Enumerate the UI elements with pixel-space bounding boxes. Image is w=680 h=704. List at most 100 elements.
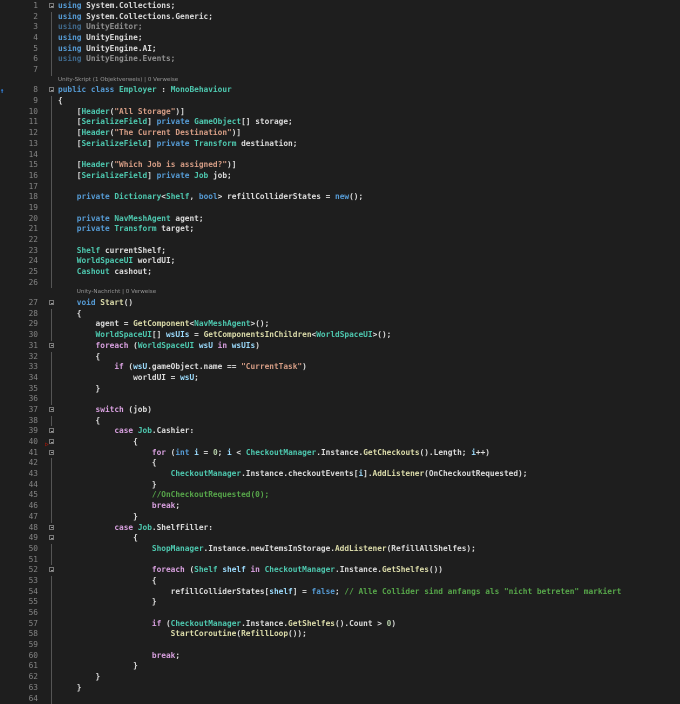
code-text[interactable]: }	[58, 672, 100, 683]
line-number: 15	[0, 160, 38, 171]
code-text[interactable]: {	[58, 576, 157, 587]
code-line: 51	[0, 555, 680, 566]
code-line: 17	[0, 182, 680, 193]
code-text[interactable]: private NavMeshAgent agent;	[58, 214, 204, 225]
fold-toggle-icon[interactable]	[49, 87, 54, 92]
code-token: wsUIs	[227, 341, 255, 350]
code-text[interactable]: using System.Collections.Generic;	[58, 12, 213, 23]
code-line: 33 if (wsU.gameObject.name == "CurrentTa…	[0, 362, 680, 373]
code-text[interactable]: [Header("The Current Destination")]	[58, 128, 241, 139]
code-line: 32 {	[0, 352, 680, 363]
code-text[interactable]: switch (job)	[58, 405, 152, 416]
code-text[interactable]: //OnCheckoutRequested(0);	[58, 490, 269, 501]
code-text[interactable]: [SerializeField] private Job job;	[58, 171, 232, 182]
code-text[interactable]: void Start()	[58, 298, 133, 309]
code-token: refillColliderStates[	[58, 587, 269, 596]
code-token: GameObject	[194, 117, 241, 126]
code-text[interactable]: using UnityEngine;	[58, 33, 143, 44]
code-token: for	[58, 448, 166, 457]
fold-toggle-icon[interactable]	[49, 439, 54, 444]
code-text[interactable]: }	[58, 683, 81, 694]
code-text[interactable]: {	[58, 96, 63, 107]
code-text[interactable]: case Job.ShelfFiller:	[58, 523, 213, 534]
code-text[interactable]: [SerializeField] private Transform desti…	[58, 139, 297, 150]
code-line: 10 [Header("All Storage")]	[0, 107, 680, 118]
code-line: 58 StartCoroutine(RefillLoop());	[0, 629, 680, 640]
fold-toggle-icon[interactable]	[49, 525, 54, 530]
fold-toggle-icon[interactable]	[49, 567, 54, 572]
code-text[interactable]: {	[58, 458, 157, 469]
code-token: (	[161, 619, 170, 628]
code-text[interactable]: }	[58, 384, 100, 395]
code-text[interactable]: break;	[58, 501, 180, 512]
line-number: 4	[0, 33, 38, 44]
code-text[interactable]: for (int i = 0; i < CheckoutManager.Inst…	[58, 448, 490, 459]
code-text[interactable]: {	[58, 416, 100, 427]
fold-toggle-icon[interactable]	[49, 3, 54, 8]
code-text[interactable]: if (wsU.gameObject.name == "CurrentTask"…	[58, 362, 307, 373]
fold-guide	[51, 33, 52, 44]
fold-toggle-icon[interactable]	[49, 300, 54, 305]
code-token: wsUIs	[166, 330, 189, 339]
code-token: [	[58, 139, 81, 148]
code-text[interactable]: WorldSpaceUI[] wsUIs = GetComponentsInCh…	[58, 330, 391, 341]
code-text[interactable]: foreach (Shelf shelf in CheckoutManager.…	[58, 565, 443, 576]
code-token: Header	[81, 128, 109, 137]
code-token: :	[157, 85, 171, 94]
code-text[interactable]: using UnityEngine.Events;	[58, 54, 175, 65]
fold-toggle-icon[interactable]	[49, 428, 54, 433]
code-text[interactable]: private Dictionary<Shelf, bool> refillCo…	[58, 192, 363, 203]
fold-toggle-icon[interactable]	[49, 450, 54, 455]
code-token: Job	[138, 426, 152, 435]
code-text[interactable]: using UnityEditor;	[58, 22, 143, 33]
code-text[interactable]: }	[58, 661, 138, 672]
code-text[interactable]: {	[58, 533, 138, 544]
code-line: 60 break;	[0, 651, 680, 662]
code-token: >();	[251, 319, 270, 328]
code-text[interactable]: break;	[58, 651, 180, 662]
code-token: ].	[363, 469, 372, 478]
code-text[interactable]: refillColliderStates[shelf] = false; // …	[58, 587, 621, 598]
code-token: StartCoroutine	[58, 629, 236, 638]
code-text[interactable]: [SerializeField] private GameObject[] st…	[58, 117, 293, 128]
code-text[interactable]: {	[58, 309, 81, 320]
code-text[interactable]: }	[58, 512, 138, 523]
code-text[interactable]: {	[58, 437, 138, 448]
code-text[interactable]: worldUI = wsU;	[58, 373, 199, 384]
code-text[interactable]: public class Employer : MonoBehaviour	[58, 85, 232, 96]
code-text[interactable]: Shelf currentShelf;	[58, 246, 166, 257]
codelens-text[interactable]: Unity-Nachricht | 0 Verweise	[77, 288, 156, 298]
fold-toggle-icon[interactable]	[49, 535, 54, 540]
code-text[interactable]: CheckoutManager.Instance.checkoutEvents[…	[58, 469, 527, 480]
code-text[interactable]: foreach (WorldSpaceUI wsU in wsUIs)	[58, 341, 260, 352]
codelens-hint[interactable]: Unity-Skript (1 Objektverweis) | 0 Verwe…	[0, 76, 680, 86]
code-text[interactable]: private Transform target;	[58, 224, 194, 235]
code-text[interactable]: [Header("All Storage")]	[58, 107, 185, 118]
code-text[interactable]: using System.Collections;	[58, 1, 175, 12]
code-text[interactable]: ShopManager.Instance.newItemsInStorage.A…	[58, 544, 476, 555]
fold-toggle-icon[interactable]	[49, 343, 54, 348]
fold-guide	[51, 96, 52, 107]
code-text[interactable]: }	[58, 480, 157, 491]
codelens-text[interactable]: Unity-Skript (1 Objektverweis) | 0 Verwe…	[58, 76, 178, 86]
code-text[interactable]: }	[58, 597, 157, 608]
code-editor[interactable]: 1using System.Collections;2using System.…	[0, 1, 680, 704]
inheritance-marker-icon[interactable]: ↑	[0, 87, 4, 95]
code-token: new	[335, 192, 349, 201]
fold-toggle-icon[interactable]	[49, 407, 54, 412]
code-text[interactable]: agent = GetComponent<NavMeshAgent>();	[58, 319, 269, 330]
code-text[interactable]: {	[58, 352, 100, 363]
code-text[interactable]: [Header("Which Job is assigned?")]	[58, 160, 236, 171]
code-text[interactable]: WorldSpaceUI worldUI;	[58, 256, 175, 267]
fold-guide	[51, 619, 52, 630]
code-text[interactable]: case Job.Cashier:	[58, 426, 194, 437]
fold-guide	[51, 362, 52, 373]
codelens-hint[interactable]: Unity-Nachricht | 0 Verweise	[0, 288, 680, 298]
code-text[interactable]: Cashout cashout;	[58, 267, 152, 278]
fold-guide	[51, 139, 52, 150]
code-text[interactable]: using UnityEngine.AI;	[58, 44, 157, 55]
code-token: cashout;	[110, 267, 152, 276]
code-text[interactable]: StartCoroutine(RefillLoop());	[58, 629, 307, 640]
fold-guide	[51, 12, 52, 23]
code-text[interactable]: if (CheckoutManager.Instance.GetShelfes(…	[58, 619, 396, 630]
